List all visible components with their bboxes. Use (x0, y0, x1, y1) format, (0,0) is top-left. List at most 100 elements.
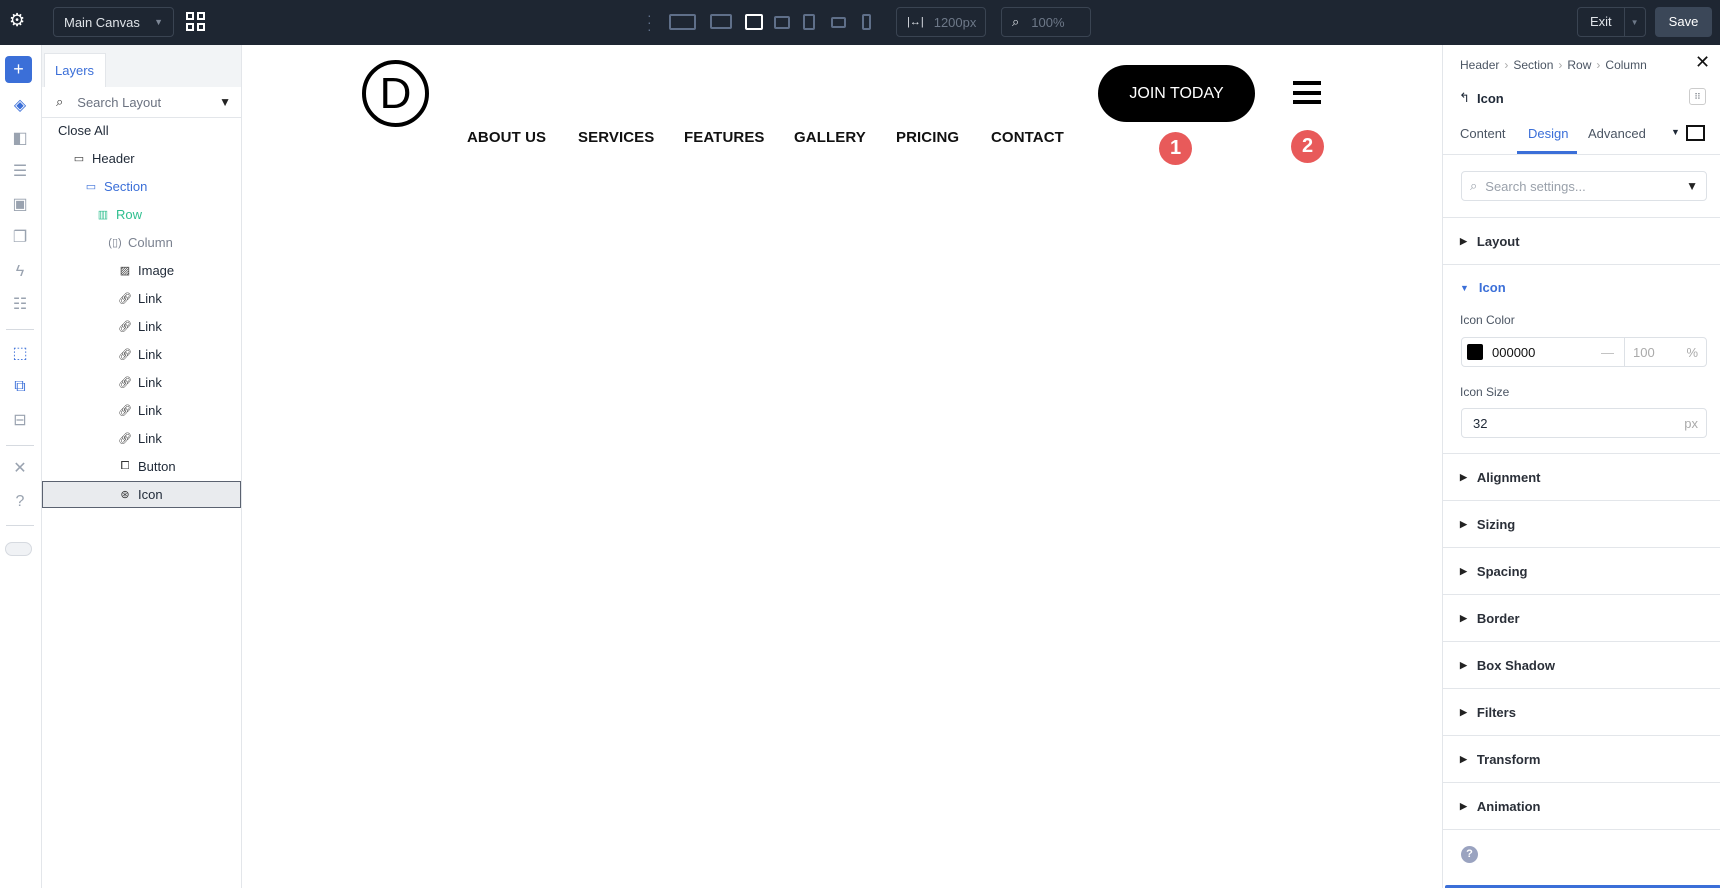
layer-link[interactable]: 🔗︎ Link (118, 288, 162, 308)
select-element-icon[interactable]: ⬚ (9, 343, 31, 365)
desktop-icon[interactable] (710, 14, 732, 29)
layer-section[interactable]: ▭ Section (84, 176, 148, 196)
nav-contact[interactable]: CONTACT (991, 129, 1064, 146)
tab-design[interactable]: Design (1528, 126, 1568, 141)
tools-icon[interactable]: ✕ (9, 458, 31, 480)
tablet-icon[interactable] (803, 14, 815, 30)
breadcrumb-header[interactable]: Header (1460, 58, 1499, 72)
top-toolbar: ⚙ Main Canvas ▼ · · · |↔| 1200px ⌕ 100% Ex… (0, 0, 1720, 45)
section-border[interactable]: ▶ Border (1443, 595, 1720, 642)
canvas-select-value: Main Canvas (64, 14, 140, 30)
nav-about-us[interactable]: ABOUT US (467, 129, 546, 146)
save-button[interactable]: Save (1655, 7, 1712, 37)
close-all-button[interactable]: Close All (58, 120, 109, 140)
close-icon[interactable]: ✕ (1695, 52, 1710, 73)
section-animation[interactable]: ▶ Animation (1443, 783, 1720, 830)
section-filters[interactable]: ▶ Filters (1443, 689, 1720, 736)
laptop-icon[interactable] (745, 14, 763, 30)
add-button[interactable]: + (5, 56, 32, 83)
layer-image[interactable]: ▨ Image (118, 260, 174, 280)
search-icon: ⌕ (56, 94, 64, 109)
color-swatch[interactable] (1467, 344, 1483, 360)
exit-dropdown-icon[interactable]: ▼ (1625, 18, 1639, 27)
nav-features[interactable]: FEATURES (684, 129, 765, 146)
layer-label: Column (128, 234, 173, 250)
library-icon[interactable]: ◧ (9, 128, 31, 150)
breadcrumb-column[interactable]: Column (1605, 58, 1646, 72)
breadcrumb-section[interactable]: Section (1513, 58, 1553, 72)
lightning-icon[interactable]: ϟ (9, 261, 31, 283)
template-icon[interactable]: ▣ (9, 194, 31, 216)
layer-link[interactable]: 🔗︎ Link (118, 344, 162, 364)
section-box-shadow[interactable]: ▶ Box Shadow (1443, 642, 1720, 689)
grid-view-icon[interactable] (186, 12, 205, 31)
preview-layout-icon[interactable]: ⊟ (9, 410, 31, 432)
filter-icon[interactable]: ▼ (1686, 179, 1698, 193)
canvas-width-input[interactable]: |↔| 1200px (896, 7, 986, 37)
annotation-badge-1: 1 (1159, 132, 1192, 165)
more-dots-icon[interactable]: · · · (647, 8, 652, 36)
layers-icon[interactable]: ◈ (9, 95, 31, 117)
site-logo[interactable]: D (362, 60, 429, 127)
nav-services[interactable]: SERVICES (578, 129, 654, 146)
layer-icon[interactable]: ⊛ Icon (118, 484, 162, 504)
preview-box-icon[interactable] (1686, 125, 1705, 141)
dash-icon: — (1601, 344, 1614, 360)
phone-icon[interactable] (862, 14, 871, 30)
icon-color-input[interactable]: 000000 — 100% (1461, 337, 1707, 367)
section-label: Spacing (1476, 563, 1528, 579)
database-icon[interactable]: ☰ (9, 161, 31, 183)
pages-icon[interactable]: ❐ (9, 227, 31, 249)
select-multiple-icon[interactable]: ⧉ (9, 376, 31, 398)
icon-size-input[interactable]: 32 px (1461, 408, 1707, 438)
tablet-landscape-icon[interactable] (774, 16, 790, 29)
left-rail: + ◈ ◧ ☰ ▣ ❐ ϟ ☷ ⬚ ⧉ ⊟ ✕ ? (0, 45, 42, 888)
layer-label: Button (138, 458, 176, 474)
presets-icon[interactable]: ⁝⁝ (1689, 88, 1706, 105)
tab-dropdown-icon[interactable]: ▼ (1671, 127, 1680, 137)
layers-search[interactable]: ⌕ Search Layout ▼ (42, 87, 241, 118)
section-layout[interactable]: ▶ Layout (1443, 218, 1720, 265)
icon-element-icon: ⊛ (120, 488, 130, 501)
desktop-wide-icon[interactable] (669, 14, 696, 30)
section-sizing[interactable]: ▶ Sizing (1443, 501, 1720, 548)
zoom-input[interactable]: ⌕ 100% (1001, 7, 1091, 37)
tab-content[interactable]: Content (1460, 126, 1506, 141)
section-transform[interactable]: ▶ Transform (1443, 736, 1720, 783)
exit-button[interactable]: Exit (1578, 8, 1625, 36)
breadcrumb-row[interactable]: Row (1567, 58, 1591, 72)
join-today-button[interactable]: JOIN TODAY (1098, 65, 1255, 122)
layer-link[interactable]: 🔗︎ Link (118, 400, 162, 420)
hamburger-menu-icon[interactable] (1293, 81, 1321, 104)
phone-landscape-icon[interactable] (831, 17, 846, 28)
theme-toggle[interactable] (5, 542, 32, 556)
section-spacing[interactable]: ▶ Spacing (1443, 548, 1720, 595)
caret-right-icon: ▶ (1460, 800, 1467, 811)
link-icon: 🔗︎ (118, 348, 132, 361)
section-icon[interactable]: ▼ Icon (1443, 264, 1720, 311)
settings-search-input[interactable]: ⌕ Search settings... ▼ (1461, 171, 1707, 201)
tab-layers[interactable]: Layers (44, 53, 106, 87)
nav-gallery[interactable]: GALLERY (794, 129, 866, 146)
layer-button[interactable]: ⧠ Button (118, 456, 176, 476)
settings-gear-icon[interactable]: ⚙ (9, 10, 25, 31)
layer-link[interactable]: 🔗︎ Link (118, 372, 162, 392)
layer-link[interactable]: 🔗︎ Link (118, 428, 162, 448)
layer-header[interactable]: ▭ Header (72, 148, 135, 168)
filter-icon[interactable]: ▼ (219, 95, 231, 109)
section-alignment[interactable]: ▶ Alignment (1443, 454, 1720, 501)
layer-label: Link (138, 402, 162, 418)
width-value: 1200px (933, 14, 977, 30)
canvas-select[interactable]: Main Canvas ▼ (53, 7, 174, 37)
list-icon[interactable]: ☷ (9, 294, 31, 316)
layer-column[interactable]: (▯) Column (108, 232, 173, 252)
layer-row[interactable]: ▥ Row (96, 204, 142, 224)
tab-advanced[interactable]: Advanced (1588, 126, 1646, 141)
back-arrow-icon[interactable]: ↰ (1459, 90, 1470, 106)
nav-pricing[interactable]: PRICING (896, 129, 959, 146)
layer-label: Row (116, 206, 143, 222)
opacity-input[interactable]: 100% (1624, 338, 1706, 366)
help-icon[interactable]: ? (9, 491, 31, 513)
layer-link[interactable]: 🔗︎ Link (118, 316, 162, 336)
help-icon[interactable]: ? (1461, 846, 1478, 863)
